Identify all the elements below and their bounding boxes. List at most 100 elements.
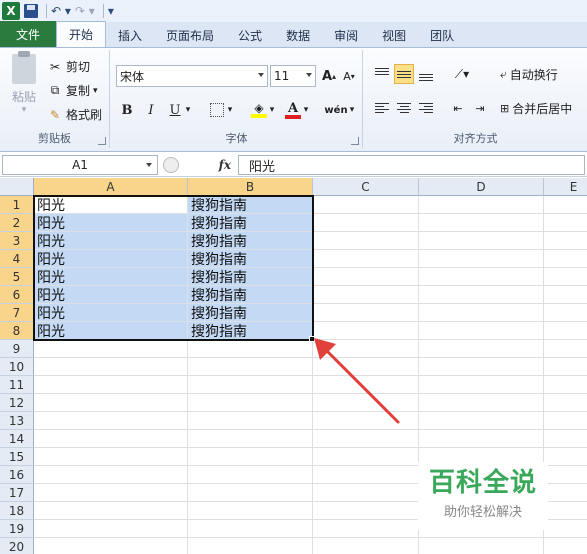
row-header[interactable]: 10 [0,358,34,376]
cut-button[interactable]: ✂ 剪切 [48,58,90,75]
align-top-button[interactable] [372,64,392,84]
customize-qat-icon[interactable]: ▾ [108,2,114,20]
phonetic-dropdown-icon[interactable]: ▾ [347,100,357,120]
row-header[interactable]: 9 [0,340,34,358]
font-size-value: 11 [274,69,290,83]
insert-function-button[interactable]: fx [160,155,235,175]
undo-icon[interactable]: ↶ ▾ [51,2,71,20]
merge-center-button[interactable]: ⊞ 合并后居中 [500,98,586,118]
tab-review[interactable]: 审阅 [322,23,370,47]
row-header[interactable]: 16 [0,466,34,484]
row-header[interactable]: 13 [0,412,34,430]
underline-button[interactable]: U [165,100,185,120]
cell-a4[interactable]: 阳光 [34,250,187,268]
font-color-dropdown-icon[interactable]: ▾ [301,100,311,120]
format-painter-button[interactable]: ✎ 格式刷 [48,106,102,123]
column-header-a[interactable]: A [34,178,188,196]
cell-b4[interactable]: 搜狗指南 [188,250,312,268]
font-launcher-icon[interactable] [351,137,359,145]
save-icon[interactable] [24,2,38,20]
cell-a8[interactable]: 阳光 [34,322,187,340]
align-middle-button[interactable] [394,64,414,84]
cell-b7[interactable]: 搜狗指南 [188,304,312,322]
row-header[interactable]: 12 [0,394,34,412]
row-header[interactable]: 1 [0,196,34,214]
phonetic-button[interactable]: wén [323,100,349,120]
grow-font-button[interactable]: A ▴ [319,66,339,86]
cell-b8[interactable]: 搜狗指南 [188,322,312,340]
cell-b2[interactable]: 搜狗指南 [188,214,312,232]
row-header[interactable]: 4 [0,250,34,268]
cell-b6[interactable]: 搜狗指南 [188,286,312,304]
row-header[interactable]: 3 [0,232,34,250]
decrease-indent-button[interactable]: ⇤ [448,98,468,118]
cell-a1[interactable]: 阳光 [34,196,187,214]
bold-button[interactable]: B [117,100,137,120]
font-color-button[interactable]: A [283,100,303,120]
cell-b5[interactable]: 搜狗指南 [188,268,312,286]
row-header[interactable]: 19 [0,520,34,538]
cell-a5[interactable]: 阳光 [34,268,187,286]
row-header[interactable]: 2 [0,214,34,232]
tab-home[interactable]: 开始 [56,21,107,47]
align-right-button[interactable] [416,98,436,118]
border-button[interactable] [207,100,227,120]
column-header-d[interactable]: D [419,178,544,196]
redo-icon[interactable]: ↷ ▾ [75,2,95,20]
name-box[interactable]: A1 [2,155,158,175]
fill-color-button[interactable]: ◈ [249,100,269,120]
tab-data[interactable]: 数据 [274,23,322,47]
row-header[interactable]: 20 [0,538,34,554]
fill-handle[interactable] [309,336,315,342]
copy-button[interactable]: ⧉ 复制 ▾ [48,82,98,99]
align-center-button[interactable] [394,98,414,118]
fill-color-dropdown-icon[interactable]: ▾ [267,100,277,120]
border-dropdown-icon[interactable]: ▾ [225,100,235,120]
border-icon [210,103,224,117]
cell-a3[interactable]: 阳光 [34,232,187,250]
row-header[interactable]: 11 [0,376,34,394]
align-left-button[interactable] [372,98,392,118]
paste-button[interactable]: 粘贴 ▾ [6,51,42,115]
align-bottom-button[interactable] [416,64,436,84]
underline-dropdown-icon[interactable]: ▾ [183,100,193,120]
cell-b1[interactable]: 搜狗指南 [188,196,312,214]
cell-a7[interactable]: 阳光 [34,304,187,322]
select-all-corner[interactable] [0,178,34,196]
row-header[interactable]: 5 [0,268,34,286]
row-header[interactable]: 6 [0,286,34,304]
formula-input[interactable]: 阳光 [238,155,585,175]
tab-view[interactable]: 视图 [370,23,418,47]
row-header[interactable]: 7 [0,304,34,322]
increase-indent-button[interactable]: ⇥ [470,98,490,118]
wrap-text-button[interactable]: ⤶ 自动换行 [500,64,584,84]
tab-team[interactable]: 团队 [418,23,466,47]
italic-button[interactable]: I [141,100,161,120]
cell-a2[interactable]: 阳光 [34,214,187,232]
tab-file[interactable]: 文件 [0,21,56,47]
cell-b3[interactable]: 搜狗指南 [188,232,312,250]
tab-formulas[interactable]: 公式 [226,23,274,47]
watermark: 百科全说 助你轻松解决 [418,462,548,530]
paste-label: 粘贴 [11,90,36,104]
row-header[interactable]: 14 [0,430,34,448]
row-header[interactable]: 18 [0,502,34,520]
tab-page-layout[interactable]: 页面布局 [154,23,226,47]
font-size-select[interactable]: 11 [270,65,316,87]
alignment-group: ⟋▾ ⤶ 自动换行 ⇤ ⇥ ⊞ 合并后居中 对齐方式 [364,50,587,148]
cut-label: 剪切 [66,60,91,74]
clipboard-launcher-icon[interactable] [98,137,106,145]
cell-a6[interactable]: 阳光 [34,286,187,304]
column-header-b[interactable]: B [188,178,313,196]
orientation-button[interactable]: ⟋▾ [448,64,476,84]
column-header-e[interactable]: E [544,178,587,196]
align-center-icon [397,103,411,113]
tab-insert[interactable]: 插入 [106,23,154,47]
row-header[interactable]: 17 [0,484,34,502]
row-header[interactable]: 8 [0,322,34,340]
font-name-select[interactable]: 宋体 [116,65,268,87]
row-header[interactable]: 15 [0,448,34,466]
font-name-value: 宋体 [120,69,145,84]
column-header-c[interactable]: C [313,178,419,196]
shrink-font-button[interactable]: A ▾ [339,66,359,86]
